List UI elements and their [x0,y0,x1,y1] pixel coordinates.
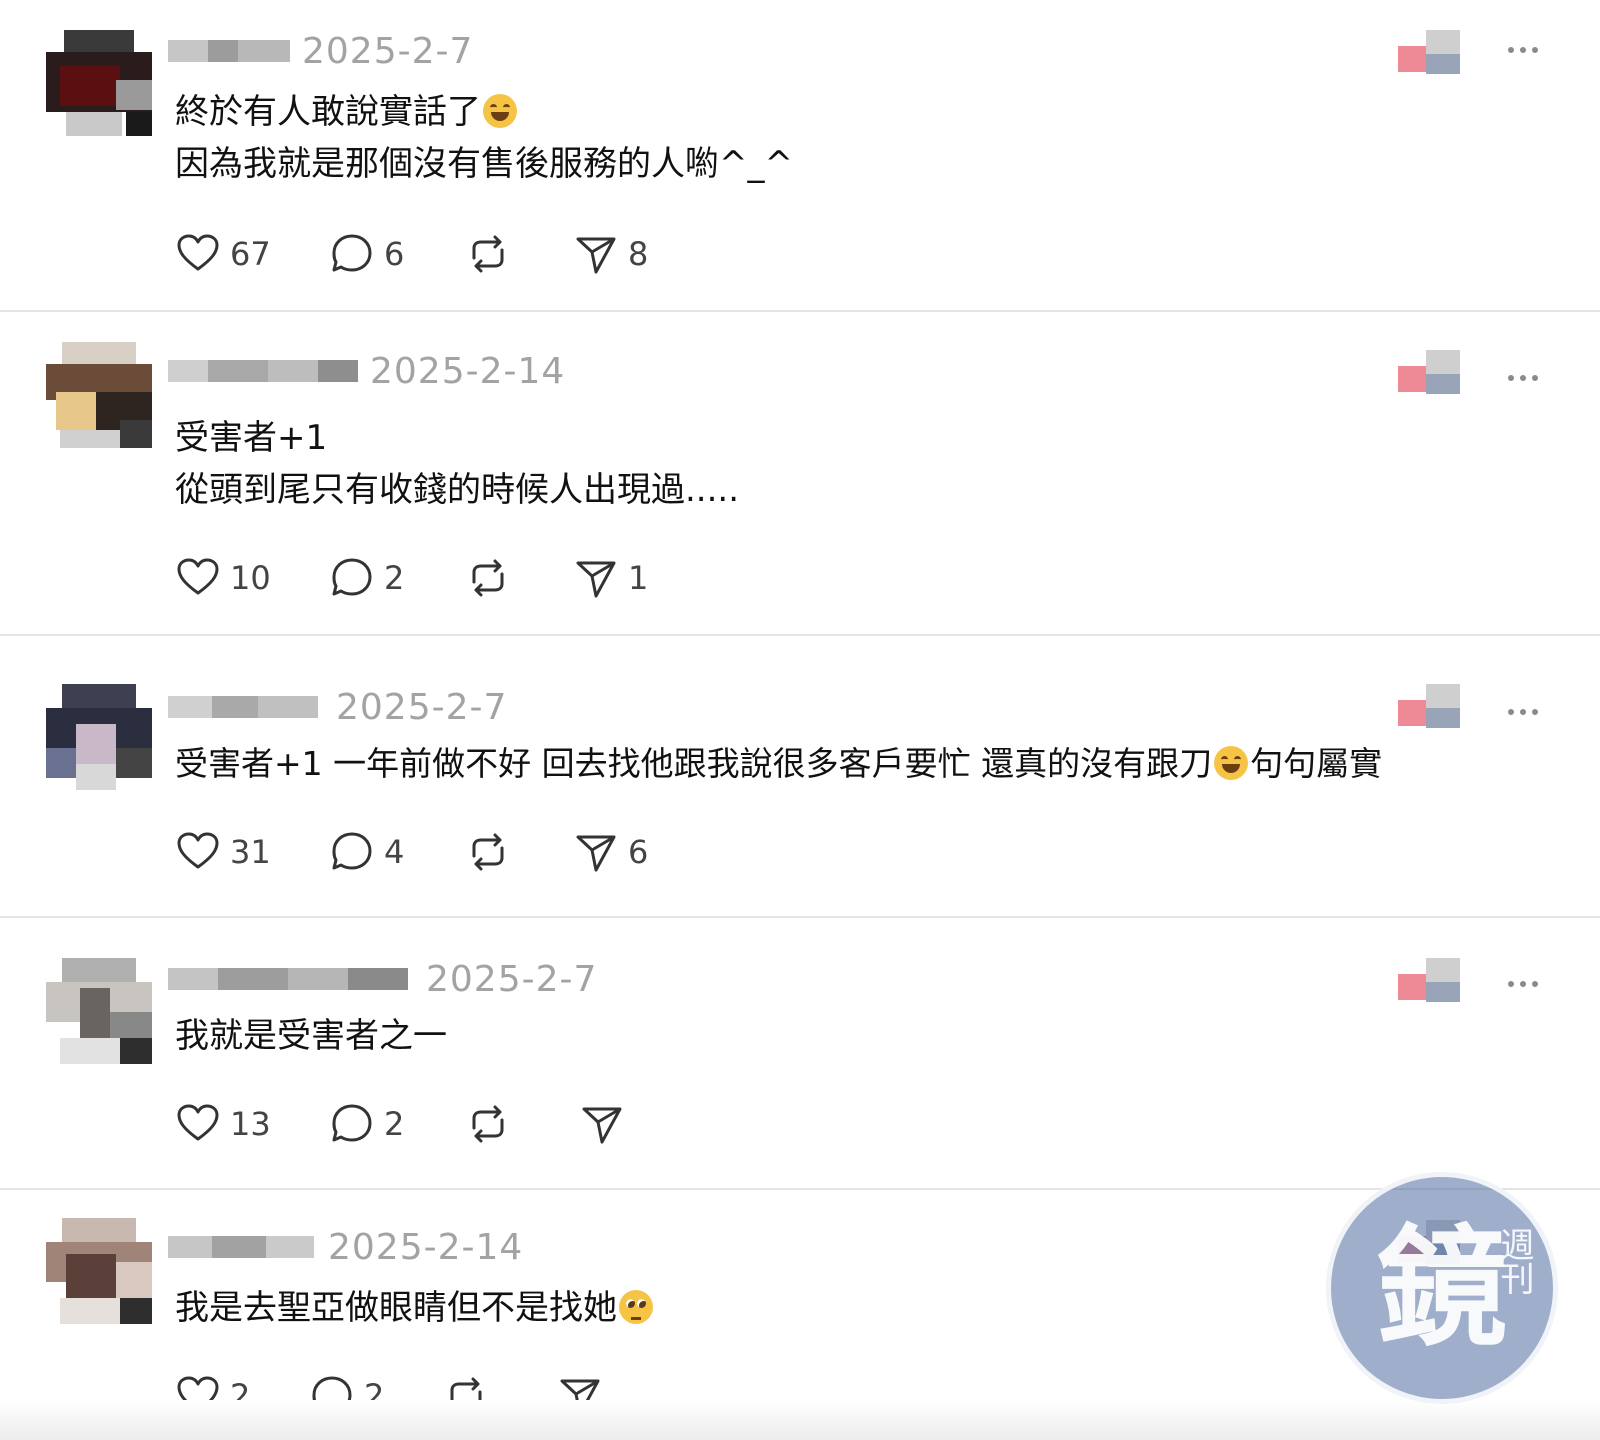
like-count: 13 [230,1105,271,1143]
reply-count: 4 [384,833,405,871]
repost-button[interactable] [466,232,510,276]
profile-badge-blurred [1398,958,1460,1006]
repost-button[interactable] [466,1102,510,1146]
post-text-line: 受害者+1 [175,418,328,458]
reply-button[interactable]: 2 [330,556,404,600]
post-text-line: 從頭到尾只有收錢的時候人出現過..... [175,470,740,510]
comment-bubble-icon [332,832,372,870]
post-text: 受害者+1 從頭到尾只有收錢的時候人出現過..... [175,412,739,516]
username-blurred[interactable] [168,30,290,72]
pleading-face-emoji [619,1290,653,1324]
post-divider [0,916,1600,918]
reply-button[interactable]: 2 [330,1102,404,1146]
repost-arrows-icon [472,833,504,871]
repost-arrows-icon [472,235,504,273]
heart-icon [177,832,219,869]
share-button[interactable]: 8 [574,232,648,276]
profile-badge-blurred [1398,684,1460,732]
post-text-line: 因為我就是那個沒有售後服務的人喲^_^ [175,144,793,184]
share-button[interactable]: 6 [574,830,648,874]
post-text: 受害者+1 一年前做不好 回去找他跟我說很多客戶要忙 還真的沒有跟刀 句句屬實 [175,738,1382,790]
grinning-squint-emoji [1214,746,1249,780]
repost-arrows-icon [472,1105,504,1143]
comment-bubble-icon [332,558,372,596]
bottom-fade [0,1400,1600,1440]
post-text-line: 我是去聖亞做眼睛但不是找她 [175,1288,617,1328]
like-button[interactable]: 67 [176,232,271,276]
username-blurred[interactable] [168,350,358,392]
post-date: 2025-2-14 [328,1227,524,1268]
profile-badge-blurred [1398,350,1460,398]
post-text: 我是去聖亞做眼睛但不是找她 [175,1282,655,1334]
share-count: 1 [628,559,649,597]
watermark-side-text: 週刊 [1494,1227,1534,1295]
post-divider [0,310,1600,312]
reply-button[interactable]: 4 [330,830,404,874]
reply-count: 2 [384,559,405,597]
repost-button[interactable] [466,556,510,600]
like-count: 10 [230,559,271,597]
watermark-main-char: 鏡 [1376,1212,1507,1364]
post-text-tail: 句句屬實 [1250,744,1383,783]
heart-icon [177,234,219,271]
heart-icon [177,1104,219,1141]
like-count: 67 [230,235,271,273]
mirror-weekly-watermark-logo: 鏡 週刊 [1326,1172,1558,1404]
post-date: 2025-2-14 [370,351,566,392]
post-text-line: 我就是受害者之一 [175,1016,447,1056]
like-button[interactable]: 13 [176,1102,271,1146]
comment-bubble-icon [332,1104,372,1142]
reply-count: 6 [384,235,405,273]
post-text-line: 終於有人敢說實話了 [175,92,481,132]
more-dots-icon[interactable] [1508,974,1548,994]
avatar[interactable] [46,1218,152,1324]
paper-plane-icon [576,835,616,872]
like-button[interactable]: 10 [176,556,271,600]
paper-plane-icon [576,237,616,274]
reply-count: 2 [384,1105,405,1143]
reply-button[interactable]: 6 [330,232,404,276]
laughing-tears-emoji [483,94,517,128]
avatar[interactable] [46,684,152,790]
avatar[interactable] [46,30,152,136]
share-button[interactable]: 1 [574,556,648,600]
heart-icon [177,558,219,595]
post-divider [0,634,1600,636]
username-blurred[interactable] [168,1226,314,1268]
repost-arrows-icon [472,559,504,597]
paper-plane-icon [582,1107,622,1144]
comment-bubble-icon [332,234,372,272]
username-blurred[interactable] [168,686,318,728]
post-date: 2025-2-7 [336,687,508,728]
more-dots-icon[interactable] [1508,40,1548,60]
more-dots-icon[interactable] [1508,702,1548,722]
post-date: 2025-2-7 [302,31,474,72]
like-count: 31 [230,833,271,871]
username-blurred[interactable] [168,958,408,1000]
post-date: 2025-2-7 [426,959,598,1000]
share-count: 8 [628,235,649,273]
avatar[interactable] [46,342,152,448]
avatar[interactable] [46,958,152,1064]
post-text: 終於有人敢說實話了 因為我就是那個沒有售後服務的人喲^_^ [175,86,793,190]
profile-badge-blurred [1398,30,1460,78]
like-button[interactable]: 31 [176,830,271,874]
post-divider [0,1188,1600,1190]
paper-plane-icon [576,561,616,598]
more-dots-icon[interactable] [1508,368,1548,388]
post-text-line: 受害者+1 一年前做不好 回去找他跟我說很多客戶要忙 還真的沒有跟刀 [175,744,1213,783]
share-count: 6 [628,833,649,871]
share-button[interactable] [580,1102,624,1146]
post-text: 我就是受害者之一 [175,1010,447,1062]
repost-button[interactable] [466,830,510,874]
